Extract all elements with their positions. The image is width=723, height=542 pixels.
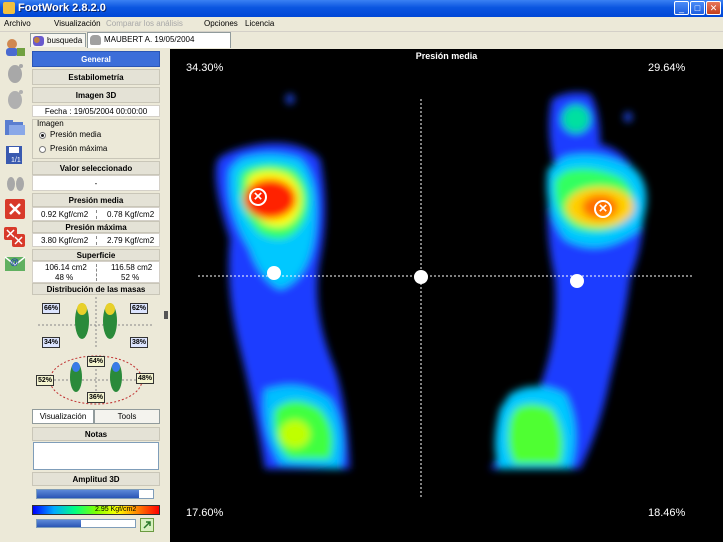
fecha-field: Fecha : 19/05/2004 00:00:00 [32,105,160,117]
menu-comparar[interactable]: Comparar los análisis [106,19,183,28]
imagen3d-button[interactable]: Imagen 3D [32,87,160,103]
dist-top-left: 66% [42,303,61,314]
tab-patient[interactable]: MAUBERT A. 19/05/2004 00:00:00 [87,32,231,58]
foot-icon [90,35,101,45]
presion-media-header: Presión media [32,193,160,207]
dist-left: 52% [36,375,55,386]
tab-visualizacion[interactable]: Visualización [32,409,94,424]
global-center-dot[interactable] [414,270,428,284]
menu-licencia[interactable]: Licencia [245,19,274,28]
right-foot-center-dot[interactable] [570,274,584,288]
viz-title: Presión media [415,51,478,61]
document-tabs: busqueda MAUBERT A. 19/05/2004 00:00:00 [30,32,723,58]
valor-seleccionado-header: Valor seleccionado [32,161,160,175]
left-foot-print [215,94,350,469]
dist-mid-right: 38% [130,337,149,348]
app-icon [3,2,15,14]
threshold-slider-fill [37,520,82,527]
splitter-arrow-icon [164,311,168,319]
email-icon[interactable]: @ [3,252,27,274]
feet-icon[interactable] [3,172,27,194]
imagen-group-label: Imagen [37,119,64,128]
dist-right: 48% [136,373,155,384]
divider [96,210,98,219]
close-button[interactable]: ✕ [706,1,721,15]
patient-icon[interactable] [3,36,27,58]
splitter-handle[interactable] [163,49,170,542]
color-scale: 2.95 Kgf/cm2 [32,505,160,515]
presion-media-row: 0.92 Kgf/cm2 0.78 Kgf/cm2 [32,207,160,221]
tab-tools-label: Tools [117,412,137,421]
presion-maxima-row: 3.80 Kgf/cm2 2.79 Kgf/cm2 [32,233,160,247]
color-scale-value: 2.95 Kgf/cm2 [95,506,137,513]
svg-text:@: @ [10,257,19,267]
menu-opciones[interactable]: Opciones [204,19,238,28]
valor-field: - [32,175,160,191]
tab-label: busqueda [47,36,83,45]
presion-maxima-right: 2.79 Kgf/cm2 [107,236,155,245]
threshold-slider[interactable] [36,519,136,528]
menu-archivo[interactable]: Archivo [4,19,31,28]
right-peak-marker-icon[interactable]: × [594,200,612,218]
percent-bottom-right: 18.46% [648,507,686,519]
window-title: FootWork 2.8.2.0 [18,2,106,14]
dist-center-bottom: 36% [87,392,106,403]
svg-text:1/1: 1/1 [11,157,21,164]
mass-distribution-diagram: 66% 62% 34% 38% 64% 52% 48% 36% [32,295,160,405]
divider [96,236,98,245]
pressure-map-view[interactable]: Presión media 34.30% 29.64% 17.60% 18.46… [170,49,723,542]
presion-media-right: 0.78 Kgf/cm2 [107,210,155,219]
radio-presion-maxima-label[interactable]: Presión máxima [50,144,107,153]
distribucion-header: Distribución de las masas [32,283,160,295]
presion-maxima-left: 3.80 Kgf/cm2 [41,236,89,245]
delete-multiple-icon[interactable] [3,226,27,248]
left-peak-marker-icon[interactable]: × [249,188,267,206]
search-people-icon [33,36,44,46]
superficie-row: 106.14 cm2 116.58 cm2 48 % 52 % [32,261,160,283]
amplitud-header: Amplitud 3D [32,472,160,486]
dist-mid-left: 34% [42,337,61,348]
general-header[interactable]: General [32,51,160,67]
apply-button[interactable] [140,518,154,532]
left-toolbar: 1/1 @ [0,32,30,542]
maximize-button[interactable]: □ [690,1,705,15]
left-foot-center-dot[interactable] [267,266,281,280]
percent-top-right: 29.64% [648,62,686,74]
superficie-left-pct: 48 % [55,273,74,282]
tab-visualizacion-label: Visualización [39,412,87,421]
imagen-group: Imagen Presión media Presión máxima [32,119,160,159]
percent-bottom-left: 17.60% [186,507,224,519]
menu-visualizacion[interactable]: Visualización [54,19,101,28]
amplitud-slider-fill [37,490,140,498]
pressure-heatmap [198,92,693,499]
superficie-header: Superficie [32,249,160,261]
foot-gray-icon[interactable] [3,88,27,110]
folder-open-icon[interactable] [3,116,27,138]
presion-media-left: 0.92 Kgf/cm2 [41,210,89,219]
percent-top-left: 34.30% [186,62,224,74]
minimize-button[interactable]: _ [674,1,689,15]
tab-busqueda[interactable]: busqueda [30,33,86,47]
dist-center-top: 64% [87,356,106,367]
divider [96,264,98,281]
presion-maxima-header: Presión máxima [32,221,160,233]
right-foot-print [490,92,647,470]
tab-tools[interactable]: Tools [94,409,160,424]
side-panel: General Estabilometría Imagen 3D Fecha :… [30,49,164,542]
amplitud-slider[interactable] [36,489,154,499]
delete-icon[interactable] [3,198,27,220]
foot-icon[interactable] [3,62,27,84]
menu-bar: Archivo Visualización Comparar los análi… [0,17,723,32]
radio-presion-media-label[interactable]: Presión media [50,130,101,139]
radio-presion-maxima[interactable] [39,146,46,153]
radio-presion-media[interactable] [39,132,46,139]
notas-header: Notas [32,427,160,441]
title-bar[interactable]: FootWork 2.8.2.0 _ □ ✕ [0,0,723,17]
save-icon[interactable]: 1/1 [3,144,27,166]
superficie-right-pct: 52 % [121,273,140,282]
estabilometria-button[interactable]: Estabilometría [32,69,160,85]
notas-textarea[interactable] [33,442,159,470]
dist-top-right: 62% [130,303,149,314]
